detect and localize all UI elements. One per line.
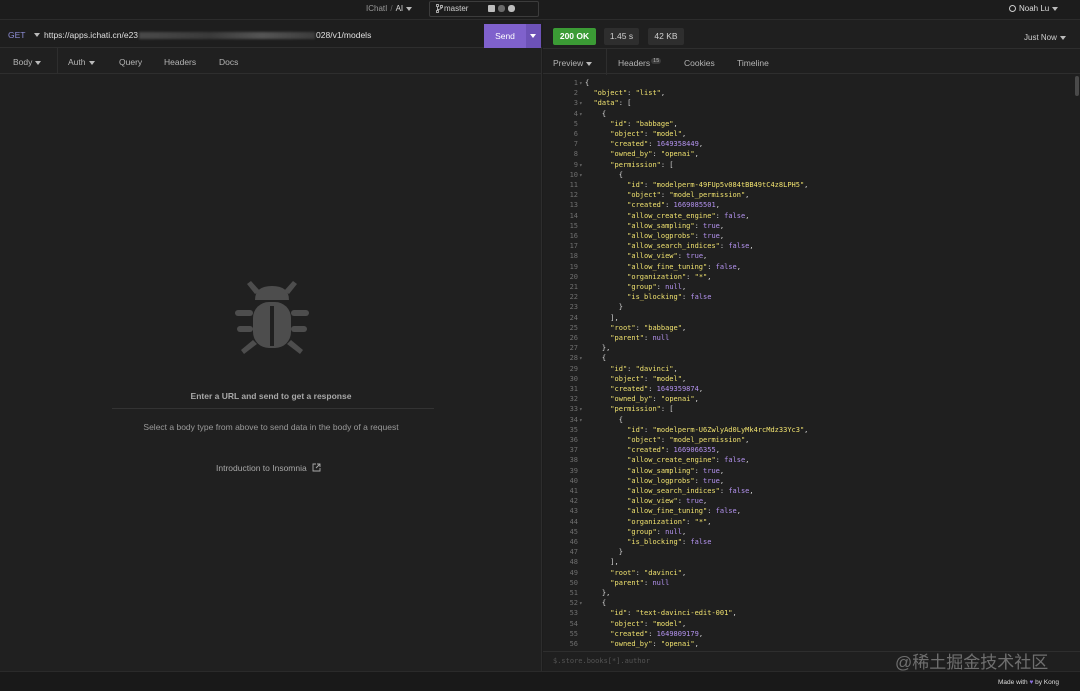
fold-toggle-icon[interactable]: ▾	[579, 161, 583, 171]
url-prefix: https://apps.ichati.cn/e23	[44, 30, 139, 40]
tab-headers[interactable]: Headers	[164, 57, 196, 67]
project-name[interactable]: IChatI	[366, 4, 387, 13]
history-dropdown[interactable]: Just Now	[1024, 33, 1066, 42]
fold-toggle-icon[interactable]: ▾	[579, 79, 583, 89]
intro-link[interactable]: Introduction to Insomnia	[216, 463, 321, 473]
response-time: 1.45 s	[604, 28, 639, 45]
url-bar: GET https://apps.ichati.cn/e23 028/v1/mod…	[0, 20, 542, 48]
user-menu[interactable]: Noah Lu	[1009, 4, 1059, 13]
status-badge: 200 OK	[553, 28, 596, 45]
tab-preview[interactable]: Preview	[553, 58, 593, 68]
title-bar: IChatI / AI master Noah Lu	[0, 0, 1080, 20]
divider	[112, 408, 434, 409]
fold-toggle-icon[interactable]: ▾	[579, 171, 583, 181]
tab-cookies[interactable]: Cookies	[684, 58, 715, 68]
bug-icon	[233, 274, 311, 363]
user-name: Noah Lu	[1019, 4, 1050, 13]
fold-toggle-icon[interactable]: ▾	[579, 416, 583, 426]
response-tabs: Preview Headers 15 Cookies Timeline	[543, 48, 1080, 75]
fold-toggle-icon[interactable]: ▾	[579, 599, 583, 609]
tab-query[interactable]: Query	[119, 57, 142, 67]
cloud-push-icon[interactable]	[508, 5, 515, 12]
cloud-pull-icon[interactable]	[498, 5, 505, 12]
external-link-icon	[309, 463, 321, 473]
git-branch-icon	[435, 3, 444, 18]
empty-body: Select a body type from above to send da…	[143, 422, 399, 432]
collection-name[interactable]: AI	[396, 4, 404, 13]
branch-name: master	[444, 4, 469, 13]
chevron-down-icon	[586, 61, 593, 66]
branch-selector[interactable]: master	[429, 1, 539, 17]
watermark: @稀土掘金技术社区	[895, 653, 1049, 672]
tab-response-headers[interactable]: Headers 15	[618, 58, 662, 68]
chevron-down-icon	[530, 34, 536, 38]
chevron-down-icon	[406, 6, 413, 11]
user-icon	[1009, 5, 1016, 13]
scrollbar[interactable]	[1075, 76, 1079, 96]
breadcrumb[interactable]: IChatI / AI	[366, 4, 413, 13]
chevron-down-icon	[35, 60, 42, 65]
request-tabs: Body Auth Query Headers Docs	[0, 48, 542, 74]
url-input[interactable]: https://apps.ichati.cn/e23 028/v1/models	[44, 30, 371, 40]
chevron-down-icon	[88, 60, 95, 65]
made-with-label: Made with ♥ by Kong	[998, 679, 1059, 686]
url-suffix: 028/v1/models	[316, 30, 372, 40]
tab-timeline[interactable]: Timeline	[737, 58, 769, 68]
send-options-button[interactable]	[526, 24, 541, 48]
status-bar: Made with ♥ by Kong	[0, 671, 1080, 691]
heart-icon: ♥	[1029, 679, 1034, 686]
fold-toggle-icon[interactable]: ▾	[579, 405, 583, 415]
method-selector[interactable]: GET	[8, 30, 25, 40]
response-size: 42 KB	[648, 28, 684, 45]
chevron-down-icon	[1052, 6, 1059, 11]
tab-body[interactable]: Body	[13, 57, 42, 67]
fold-toggle-icon[interactable]: ▾	[579, 110, 583, 120]
send-button[interactable]: Send	[484, 24, 526, 48]
json-viewer[interactable]: 1 ▾{2 "object": "list", 3 ▾ "data": [4 ▾ {5 …	[543, 76, 1075, 650]
chevron-down-icon	[1059, 35, 1066, 40]
empty-title: Enter a URL and send to get a response	[190, 391, 352, 401]
commit-icon[interactable]	[488, 5, 495, 12]
redacted-url-segment	[139, 32, 316, 40]
fold-toggle-icon[interactable]: ▾	[579, 354, 583, 364]
chevron-down-icon[interactable]	[34, 33, 40, 37]
fold-toggle-icon[interactable]: ▾	[579, 99, 583, 109]
tab-auth[interactable]: Auth	[68, 57, 95, 67]
headers-count-badge: 15	[651, 58, 662, 64]
empty-state: Enter a URL and send to get a response S…	[0, 74, 542, 671]
request-pane: GET https://apps.ichati.cn/e23 028/v1/mod…	[0, 20, 542, 671]
tab-docs[interactable]: Docs	[219, 57, 238, 67]
